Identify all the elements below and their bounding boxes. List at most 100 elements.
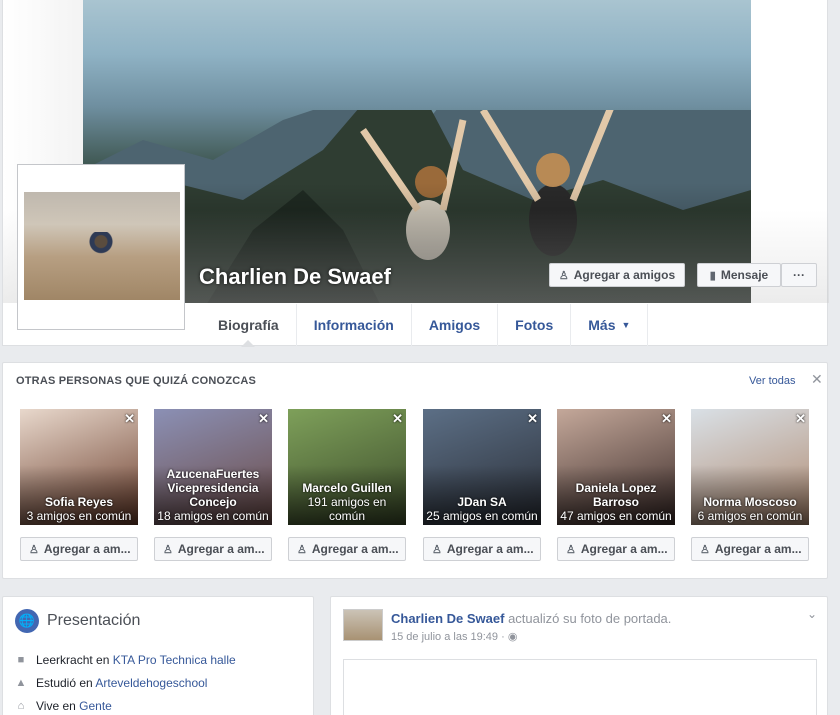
pymk-photo[interactable]: ✕ Sofia Reyes 3 amigos en común	[20, 409, 138, 525]
caret-down-icon: ▼	[621, 320, 631, 330]
pymk-mutual[interactable]: 6 amigos en común	[698, 509, 803, 523]
add-friend-icon: ♙	[297, 543, 307, 556]
people-you-may-know: OTRAS PERSONAS QUE QUIZÁ CONOZCAS Ver to…	[2, 362, 828, 579]
dismiss-icon[interactable]: ✕	[392, 411, 403, 427]
pymk-photo[interactable]: ✕ Norma Moscoso 6 amigos en común	[691, 409, 809, 525]
dismiss-icon[interactable]: ✕	[527, 411, 538, 427]
see-all-link[interactable]: Ver todas	[749, 375, 795, 387]
pymk-add-friend-button[interactable]: ♙ Agregar a am...	[423, 537, 541, 561]
add-friend-icon: ♙	[558, 269, 569, 282]
profile-photo-image	[24, 192, 180, 300]
add-friend-label: Agregar a amigos	[573, 268, 676, 282]
pymk-add-label: Agregar a am...	[43, 542, 131, 556]
post-content-frame	[343, 659, 817, 715]
profile-tabs: Biografía Información Amigos Fotos Más ▼	[201, 304, 649, 347]
intro-card: 🌐 Presentación ■ Leerkracht en KTA Pro T…	[2, 596, 314, 715]
chevron-down-icon[interactable]: ⌄	[807, 607, 817, 621]
pymk-name[interactable]: Marcelo Guillen	[290, 481, 404, 495]
pymk-add-label: Agregar a am...	[446, 542, 534, 556]
intro-row-education-prefix: Estudió en	[36, 676, 96, 690]
profile-header: Charlien De Swaef ♙ Agregar a amigos ▮ M…	[2, 0, 829, 347]
post-action-text: actualizó su foto de portada.	[508, 611, 672, 626]
pymk-card: ✕ Norma Moscoso 6 amigos en común ♙ Agregar …	[691, 409, 809, 561]
intro-row-home-link[interactable]: Gente	[79, 699, 112, 713]
profile-name[interactable]: Charlien De Swaef	[199, 264, 391, 290]
post-timestamp[interactable]: 15 de julio a las 19:49 · ◉	[391, 630, 517, 643]
post-time-text: 15 de julio a las 19:49 ·	[391, 631, 505, 643]
add-friend-icon: ♙	[29, 543, 39, 556]
pymk-add-label: Agregar a am...	[714, 542, 802, 556]
briefcase-icon: ■	[17, 654, 25, 666]
pymk-photo[interactable]: ✕ AzucenaFuertes Vicepresidencia Concejo 1…	[154, 409, 272, 525]
dismiss-icon[interactable]: ✕	[661, 411, 672, 427]
profile-picture[interactable]	[17, 164, 185, 330]
dismiss-icon[interactable]: ✕	[258, 411, 269, 427]
message-icon: ▮	[709, 269, 716, 282]
pymk-add-friend-button[interactable]: ♙ Agregar a am...	[288, 537, 406, 561]
pymk-caption: Norma Moscoso 6 amigos en común	[691, 495, 809, 523]
intro-row-work: ■ Leerkracht en KTA Pro Technica halle	[15, 653, 236, 667]
tab-about[interactable]: Información	[297, 304, 412, 346]
intro-row-work-prefix: Leerkracht en	[36, 653, 113, 667]
intro-row-home-prefix: Vive en	[36, 699, 80, 713]
home-icon: ⌂	[17, 700, 25, 712]
pymk-photo[interactable]: ✕ Daniela Lopez Barroso 47 amigos en común	[557, 409, 675, 525]
intro-row-education-link[interactable]: Arteveldehogeschool	[95, 676, 207, 690]
globe-icon: 🌐	[15, 609, 39, 633]
more-options-button[interactable]: ···	[781, 263, 817, 287]
pymk-mutual[interactable]: 25 amigos en común	[426, 509, 537, 523]
pymk-card: ✕ AzucenaFuertes Vicepresidencia Concejo 1…	[154, 409, 272, 561]
pymk-add-label: Agregar a am...	[177, 542, 265, 556]
pymk-card: ✕ Daniela Lopez Barroso 47 amigos en común…	[557, 409, 675, 561]
intro-row-work-link[interactable]: KTA Pro Technica halle	[113, 653, 236, 667]
dismiss-icon[interactable]: ✕	[124, 411, 135, 427]
audience-globe-icon[interactable]: ◉	[508, 631, 518, 643]
post-author-name[interactable]: Charlien De Swaef	[391, 611, 504, 626]
message-label: Mensaje	[720, 268, 769, 282]
pymk-name[interactable]: JDan SA	[425, 495, 539, 509]
pymk-add-friend-button[interactable]: ♙ Agregar a am...	[20, 537, 138, 561]
pymk-add-label: Agregar a am...	[311, 542, 399, 556]
pymk-caption: Daniela Lopez Barroso 47 amigos en común	[557, 481, 675, 523]
add-friend-icon: ♙	[566, 543, 576, 556]
tab-friends-label: Amigos	[428, 317, 481, 333]
add-friend-icon: ♙	[432, 543, 442, 556]
pymk-name[interactable]: Daniela Lopez Barroso	[559, 481, 673, 509]
pymk-title: OTRAS PERSONAS QUE QUIZÁ CONOZCAS	[16, 375, 257, 387]
tab-more-label: Más	[588, 317, 616, 333]
pymk-caption: Sofia Reyes 3 amigos en común	[20, 495, 138, 523]
add-friend-button[interactable]: ♙ Agregar a amigos	[549, 263, 685, 287]
tab-photos[interactable]: Fotos	[498, 304, 572, 346]
pymk-add-label: Agregar a am...	[580, 542, 668, 556]
pymk-add-friend-button[interactable]: ♙ Agregar a am...	[691, 537, 809, 561]
pymk-mutual[interactable]: 47 amigos en común	[560, 509, 671, 523]
tab-more[interactable]: Más ▼	[571, 304, 649, 346]
pymk-add-friend-button[interactable]: ♙ Agregar a am...	[154, 537, 272, 561]
pymk-mutual[interactable]: 18 amigos en común	[157, 509, 268, 523]
pymk-name[interactable]: Sofia Reyes	[22, 495, 136, 509]
pymk-mutual[interactable]: 191 amigos en común	[308, 495, 387, 523]
pymk-name[interactable]: AzucenaFuertes Vicepresidencia Concejo	[156, 467, 270, 509]
pymk-name[interactable]: Norma Moscoso	[693, 495, 807, 509]
feed-post: Charlien De Swaef actualizó su foto de p…	[330, 596, 828, 715]
post-author-avatar[interactable]	[343, 609, 383, 641]
pymk-card: ✕ JDan SA 25 amigos en común ♙ Agregar a am.…	[423, 409, 541, 561]
pymk-card: ✕ Marcelo Guillen 191 amigos en común ♙ Agre…	[288, 409, 406, 561]
pymk-add-friend-button[interactable]: ♙ Agregar a am...	[557, 537, 675, 561]
add-friend-icon: ♙	[163, 543, 173, 556]
pymk-photo[interactable]: ✕ JDan SA 25 amigos en común	[423, 409, 541, 525]
close-icon[interactable]: ✕	[811, 371, 823, 388]
graduation-cap-icon: ▲	[15, 677, 27, 689]
more-options-label: ···	[793, 268, 805, 282]
message-button[interactable]: ▮ Mensaje	[697, 263, 781, 287]
pymk-mutual[interactable]: 3 amigos en común	[27, 509, 132, 523]
dismiss-icon[interactable]: ✕	[795, 411, 806, 427]
tab-friends[interactable]: Amigos	[412, 304, 499, 346]
tab-timeline[interactable]: Biografía	[201, 304, 297, 347]
pymk-card: ✕ Sofia Reyes 3 amigos en común ♙ Agregar a …	[20, 409, 138, 561]
pymk-caption: Marcelo Guillen 191 amigos en común	[288, 481, 406, 523]
intro-row-home: ⌂ Vive en Gente	[15, 699, 112, 713]
add-friend-icon: ♙	[700, 543, 710, 556]
tab-about-label: Información	[313, 317, 394, 333]
pymk-photo[interactable]: ✕ Marcelo Guillen 191 amigos en común	[288, 409, 406, 525]
